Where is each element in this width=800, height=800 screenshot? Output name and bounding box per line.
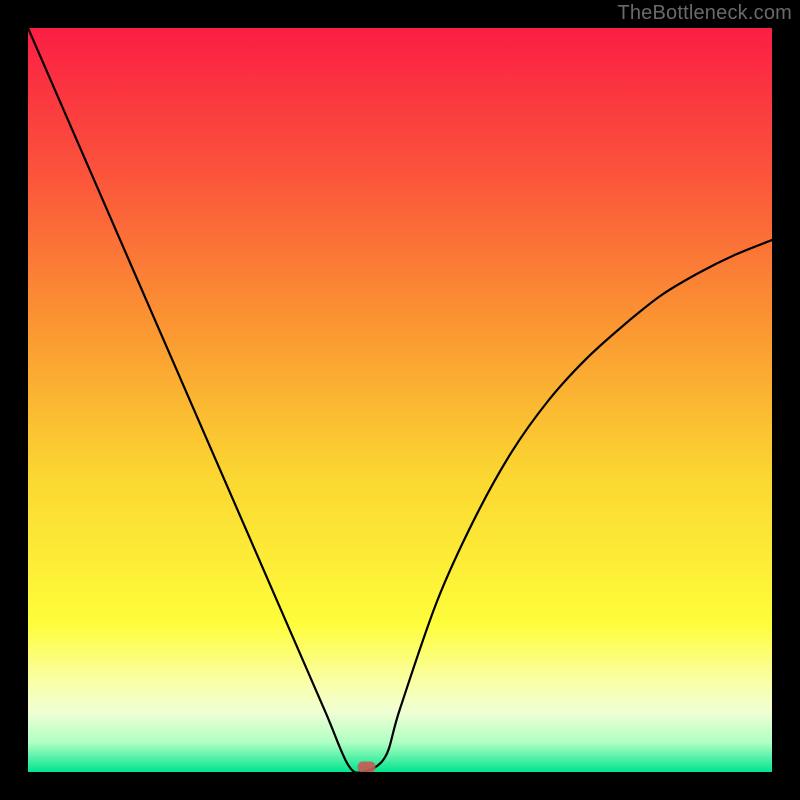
chart-frame: TheBottleneck.com	[0, 0, 800, 800]
watermark-text: TheBottleneck.com	[617, 2, 792, 25]
plot-background	[28, 28, 772, 772]
chart-svg	[28, 28, 772, 772]
minimum-marker	[358, 762, 376, 772]
plot-area	[28, 28, 772, 772]
